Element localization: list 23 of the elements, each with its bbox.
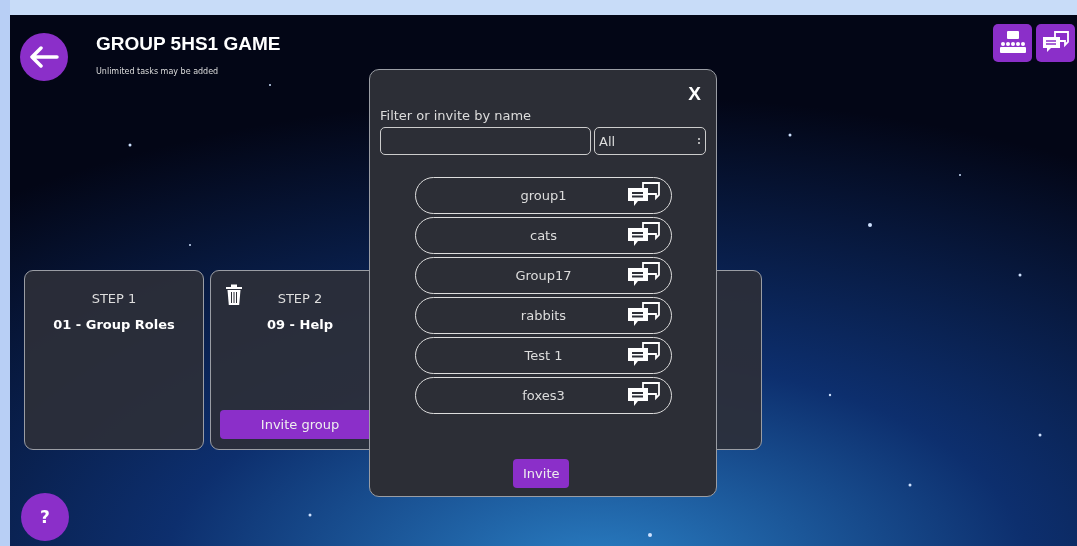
invite-button[interactable]: Invite <box>513 459 570 488</box>
chat-bubbles-icon[interactable] <box>627 222 661 248</box>
chat-bubbles-icon[interactable] <box>627 262 661 288</box>
step-label: STEP 2 <box>277 291 323 306</box>
filter-label: Filter or invite by name <box>380 108 533 123</box>
dropdown-arrows-icon <box>697 137 701 145</box>
step-label: STEP 1 <box>91 291 137 306</box>
chat-bubbles-icon[interactable] <box>627 302 661 328</box>
audience-icon <box>997 30 1028 56</box>
close-button[interactable]: X <box>682 82 707 106</box>
game-subtitle: Unlimited tasks may be added <box>96 67 220 76</box>
chat-bubbles-icon[interactable] <box>627 342 661 368</box>
chat-bubbles-icon[interactable] <box>627 382 661 408</box>
chat-button[interactable] <box>1036 24 1075 62</box>
scope-dropdown[interactable]: All <box>594 127 706 155</box>
trash-icon[interactable] <box>225 284 243 306</box>
chat-bubbles-icon[interactable] <box>627 182 661 208</box>
filter-field[interactable] <box>380 127 591 155</box>
back-arrow-icon <box>29 46 59 68</box>
task-name: 01 - Group Roles <box>53 317 175 332</box>
task-name: 09 - Help <box>267 317 333 332</box>
game-title: GROUP 5HS1 GAME <box>96 33 281 55</box>
audience-button[interactable] <box>993 24 1032 62</box>
